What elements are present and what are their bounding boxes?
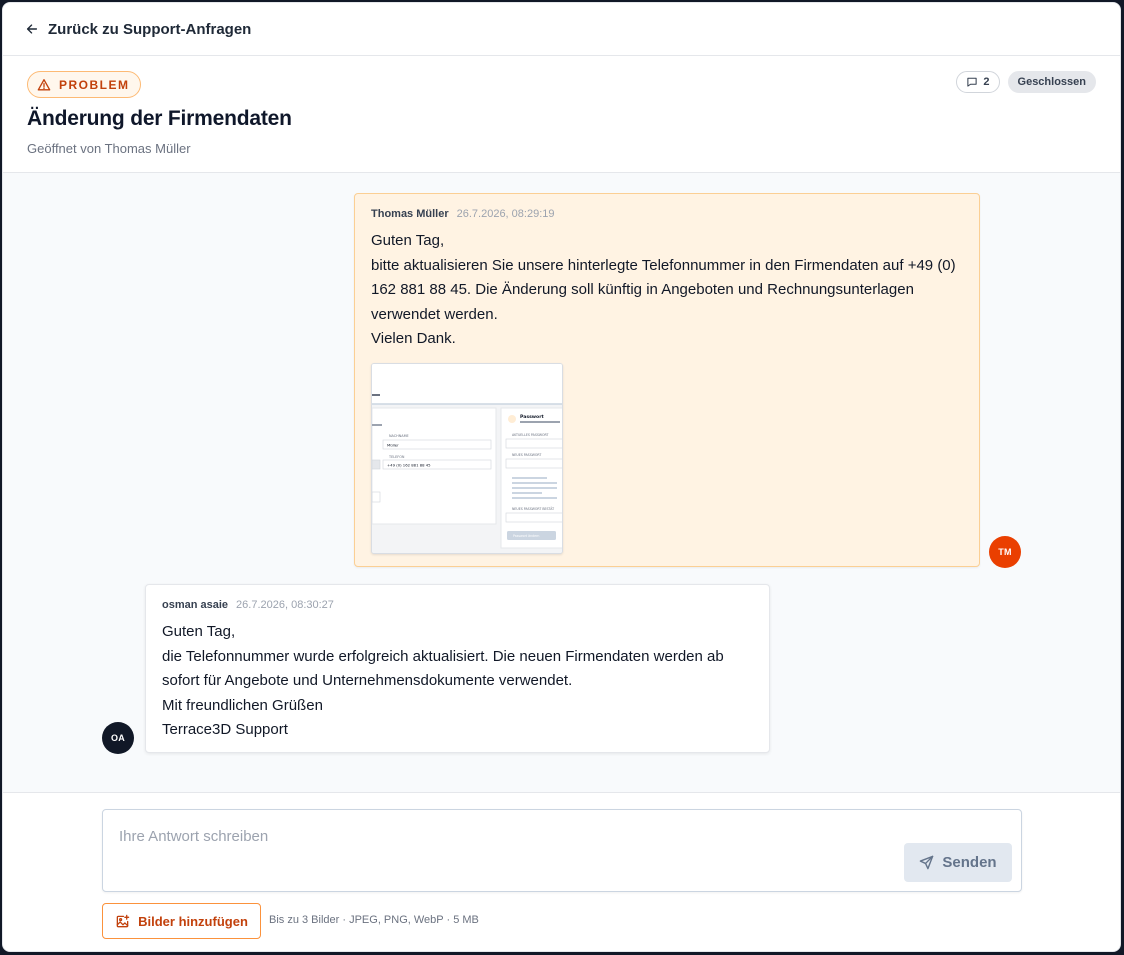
avatar: TM (989, 536, 1021, 568)
message-line: Guten Tag, (162, 623, 236, 640)
top-bar: Zurück zu Support-Anfragen (3, 3, 1120, 56)
message-author: Thomas Müller (371, 208, 449, 220)
attachment-screenshot: NACHNAME Müller TELEFON +49 (0) 162 881 … (372, 364, 562, 553)
attachment-phone-label: TELEFON (388, 455, 405, 459)
add-images-button[interactable]: Bilder hinzufügen (102, 903, 261, 939)
image-add-icon (116, 914, 130, 927)
message-body: Guten Tag, die Telefonnummer wurde erfol… (162, 620, 753, 743)
attachment-change-button: Passwort ändern (513, 534, 539, 538)
message-line: 162 881 88 45. Die Änderung soll künftig… (371, 281, 914, 298)
avatar: OA (102, 722, 134, 754)
message-thread: Thomas Müller 26.7.2026, 08:29:19 Guten … (3, 173, 1120, 793)
status-badge: Geschlossen (1007, 71, 1096, 93)
message-line: Mit freundlichen Grüßen (162, 696, 323, 714)
message-line: die Telefonnummer wurde erfolgreich aktu… (162, 647, 724, 665)
send-button-label: Senden (942, 854, 997, 871)
attachment-current-password-label: AKTUELLES PASSWORT (512, 433, 549, 437)
message-timestamp: 26.7.2026, 08:29:19 (456, 208, 555, 220)
app-window: Zurück zu Support-Anfragen PROBLEM Änder… (2, 2, 1121, 952)
message-author: osman asaie (162, 599, 229, 611)
ticket-type-label: PROBLEM (59, 77, 130, 92)
reply-composer: Senden Bilder hinzufügen Bis zu 3 Bilder… (3, 792, 1120, 951)
message-timestamp: 26.7.2026, 08:30:27 (236, 599, 334, 611)
send-button[interactable]: Senden (904, 843, 1012, 882)
message-line: Terrace3D Support (162, 721, 288, 738)
message-line: bitte aktualisieren Sie unsere hinterleg… (371, 256, 956, 274)
image-attachment-thumbnail[interactable]: NACHNAME Müller TELEFON +49 (0) 162 881 … (371, 363, 563, 554)
message-line: Guten Tag, (371, 232, 445, 249)
reply-box: Senden (102, 809, 1022, 892)
message-count-badge: 2 (956, 71, 1000, 93)
ticket-header: PROBLEM Änderung der Firmendaten Geöffne… (3, 56, 1120, 173)
message-line: sofort für Angebote und Unternehmensdoku… (162, 672, 573, 689)
attachment-password-title: Passwort (520, 414, 544, 420)
attachment-new-password-label: NEUES PASSWORT (512, 453, 541, 457)
message-icon (967, 77, 978, 87)
upload-hint: Bis zu 3 Bilder · JPEG, PNG, WebP · 5 MB (269, 914, 479, 926)
message-line: Vielen Dank. (371, 330, 456, 347)
message-bubble-customer: Thomas Müller 26.7.2026, 08:29:19 Guten … (354, 193, 980, 567)
back-link[interactable]: Zurück zu Support-Anfragen (25, 21, 251, 38)
reply-input[interactable] (103, 810, 1021, 891)
attachment-phone-value: +49 (0) 162 881 88 45 (387, 463, 431, 468)
page-title: Änderung der Firmendaten (27, 107, 292, 130)
ticket-type-badge: PROBLEM (27, 71, 141, 98)
message-meta: osman asaie 26.7.2026, 08:30:27 (162, 599, 753, 611)
message-body: Guten Tag, bitte aktualisieren Sie unser… (371, 229, 963, 352)
ticket-meta: 2 Geschlossen (956, 71, 1096, 93)
message-line: verwendet werden. (371, 305, 498, 323)
message-count: 2 (983, 76, 990, 88)
send-icon (920, 855, 934, 870)
back-link-label: Zurück zu Support-Anfragen (48, 20, 252, 38)
attachment-lastname-label: NACHNAME (389, 434, 409, 438)
message-bubble-support: osman asaie 26.7.2026, 08:30:27 Guten Ta… (145, 584, 770, 753)
arrow-left-icon (26, 24, 38, 34)
attachment-lastname-value: Müller (387, 443, 399, 448)
add-images-label: Bilder hinzufügen (138, 913, 248, 929)
ticket-opened-by: Geöffnet von Thomas Müller (27, 141, 191, 156)
warning-icon (37, 78, 51, 90)
message-meta: Thomas Müller 26.7.2026, 08:29:19 (371, 208, 963, 220)
attachment-confirm-password-label: NEUES PASSWORT BESTÄT (512, 506, 554, 511)
